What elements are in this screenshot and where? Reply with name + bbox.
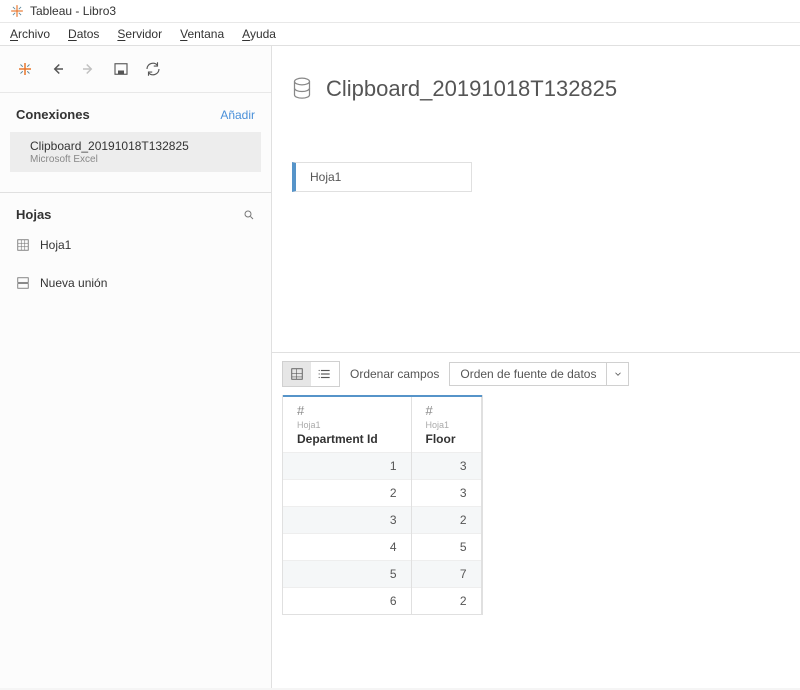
database-icon [292, 77, 312, 101]
connection-name: Clipboard_20191018T132825 [30, 139, 247, 153]
data-rows: 13 23 32 45 57 62 [283, 453, 481, 615]
column-name: Floor [426, 432, 467, 446]
main-panel: Clipboard_20191018T132825 Hoja1 Ordenar … [272, 46, 800, 688]
connections-title: Conexiones [16, 107, 90, 122]
table-row[interactable]: 57 [283, 561, 481, 588]
table-row[interactable]: 62 [283, 588, 481, 615]
datasource-title[interactable]: Clipboard_20191018T132825 [326, 76, 617, 102]
sheet-icon [16, 238, 30, 252]
grid-toolbar: Ordenar campos Orden de fuente de datos [272, 352, 800, 395]
table-row[interactable]: 13 [283, 453, 481, 480]
new-union-label: Nueva unión [40, 276, 107, 290]
list-view-button[interactable] [311, 362, 339, 386]
datasource-header: Clipboard_20191018T132825 [272, 46, 800, 112]
new-union-button[interactable]: Nueva unión [16, 268, 255, 298]
connections-header: Conexiones Añadir [0, 93, 271, 130]
list-icon [318, 367, 332, 381]
column-header-floor[interactable]: # Hoja1 Floor [411, 396, 481, 453]
sort-select-value: Orden de fuente de datos [450, 367, 606, 381]
back-arrow-icon[interactable] [48, 60, 66, 78]
menu-archivo[interactable]: Archivo [10, 27, 50, 41]
join-canvas[interactable]: Hoja1 [272, 112, 800, 212]
add-connection-link[interactable]: Añadir [220, 108, 255, 122]
column-header-department-id[interactable]: # Hoja1 Department Id [283, 396, 411, 453]
sheets-title: Hojas [16, 207, 51, 222]
column-source: Hoja1 [426, 420, 467, 430]
sheet-item-label: Hoja1 [40, 238, 71, 252]
tableau-logo-icon [10, 4, 24, 18]
menu-servidor[interactable]: Servidor [117, 27, 162, 41]
save-icon[interactable] [112, 60, 130, 78]
sort-label: Ordenar campos [350, 367, 439, 381]
menu-bar: Archivo Datos Servidor Ventana Ayuda [0, 23, 800, 46]
data-grid: # Hoja1 Department Id # Hoja1 Floor 13 2… [272, 395, 800, 615]
search-icon[interactable] [243, 209, 255, 221]
sort-select[interactable]: Orden de fuente de datos [449, 362, 629, 386]
forward-arrow-icon [80, 60, 98, 78]
grid-view-button[interactable] [283, 362, 311, 386]
menu-datos[interactable]: Datos [68, 27, 99, 41]
menu-ventana[interactable]: Ventana [180, 27, 224, 41]
union-icon [16, 276, 30, 290]
connection-item[interactable]: Clipboard_20191018T132825 Microsoft Exce… [10, 132, 261, 172]
refresh-icon[interactable] [144, 60, 162, 78]
tableau-icon[interactable] [16, 60, 34, 78]
sheets-header: Hojas [0, 193, 271, 230]
column-name: Department Id [297, 432, 397, 446]
window-title: Tableau - Libro3 [30, 4, 116, 18]
number-type-icon: # [297, 403, 304, 418]
column-source: Hoja1 [297, 420, 397, 430]
canvas-sheet-block[interactable]: Hoja1 [292, 162, 472, 192]
window-title-bar: Tableau - Libro3 [0, 0, 800, 23]
canvas-sheet-label: Hoja1 [310, 170, 341, 184]
sheet-item-hoja1[interactable]: Hoja1 [16, 230, 255, 260]
connection-type: Microsoft Excel [30, 154, 247, 165]
view-mode-toggle [282, 361, 340, 387]
menu-ayuda[interactable]: Ayuda [242, 27, 276, 41]
table-row[interactable]: 32 [283, 507, 481, 534]
table-row[interactable]: 45 [283, 534, 481, 561]
sidebar: Conexiones Añadir Clipboard_20191018T132… [0, 46, 272, 688]
sidebar-toolbar [0, 46, 271, 93]
table-row[interactable]: 23 [283, 480, 481, 507]
number-type-icon: # [426, 403, 433, 418]
grid-icon [290, 367, 304, 381]
chevron-down-icon [606, 363, 628, 385]
